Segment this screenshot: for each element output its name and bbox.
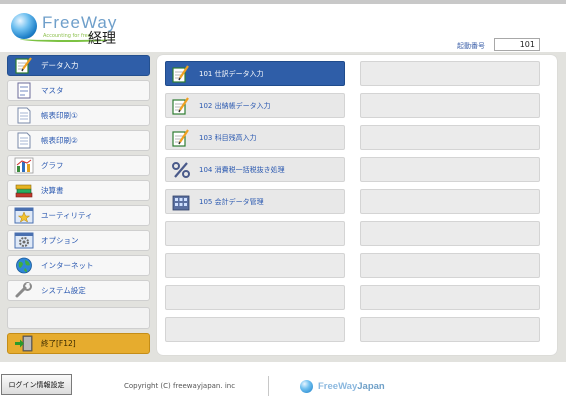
empty-tile bbox=[165, 285, 345, 310]
notepad-pencil-icon bbox=[171, 128, 191, 147]
books-stack-icon bbox=[14, 182, 34, 199]
login-settings-button[interactable]: ログイン情報設定 bbox=[1, 374, 72, 395]
sidebar-item-internet[interactable]: インターネット bbox=[7, 255, 150, 276]
tile-105-data-management[interactable]: 105 会計データ管理 bbox=[165, 189, 345, 214]
empty-tile bbox=[165, 317, 345, 342]
sidebar-item-print-1[interactable]: 帳表印刷① bbox=[7, 105, 150, 126]
copyright-text: Copyright (C) freewayjapan. inc bbox=[124, 382, 236, 390]
brand-freeway: FreeWay bbox=[318, 381, 358, 392]
exit-button[interactable]: 終了[F12] bbox=[7, 333, 150, 354]
tile-103-account-balance[interactable]: 103 科目残高入力 bbox=[165, 125, 345, 150]
sidebar-item-label: オプション bbox=[41, 236, 79, 245]
sidebar-item-print-2[interactable]: 帳表印刷② bbox=[7, 130, 150, 151]
percent-icon bbox=[171, 161, 191, 179]
empty-tile bbox=[360, 189, 540, 214]
sidebar-item-options[interactable]: オプション bbox=[7, 230, 150, 251]
brand-japan: Japan bbox=[357, 381, 385, 392]
tile-104-consumption-tax[interactable]: 104 消費税一括税抜き処理 bbox=[165, 157, 345, 182]
sidebar-item-label: インターネット bbox=[41, 261, 94, 270]
empty-tile bbox=[360, 285, 540, 310]
sidebar-item-label: グラフ bbox=[41, 161, 64, 170]
logo-tagline: Accounting for free bbox=[43, 33, 91, 39]
sidebar-item-label: データ入力 bbox=[41, 61, 79, 70]
notepad-pencil-icon bbox=[171, 96, 191, 115]
sidebar-item-graph[interactable]: グラフ bbox=[7, 155, 150, 176]
footer-divider bbox=[268, 376, 269, 396]
gear-window-icon bbox=[14, 232, 34, 249]
wrench-icon bbox=[14, 282, 34, 299]
tile-label: 102 出納帳データ入力 bbox=[199, 101, 271, 110]
printed-form-icon bbox=[14, 132, 34, 149]
sidebar-item-label: マスタ bbox=[41, 86, 64, 95]
tile-label: 105 会計データ管理 bbox=[199, 197, 264, 206]
app-header: FreeWay Accounting for free 経理 起動番号 101 bbox=[0, 4, 566, 51]
freeway-japan-logo: FreeWay Japan bbox=[300, 380, 385, 393]
sidebar-item-system-settings[interactable]: システム設定 bbox=[7, 280, 150, 301]
database-server-icon bbox=[171, 193, 191, 211]
empty-tile bbox=[360, 125, 540, 150]
empty-tile bbox=[360, 221, 540, 246]
exit-door-icon bbox=[14, 335, 34, 352]
sidebar-item-label: 帳表印刷① bbox=[41, 111, 78, 120]
bar-chart-icon bbox=[14, 157, 34, 174]
sidebar-item-label: システム設定 bbox=[41, 286, 86, 295]
sidebar-item-financial-statements[interactable]: 決算書 bbox=[7, 180, 150, 201]
tile-label: 104 消費税一括税抜き処理 bbox=[199, 165, 285, 174]
empty-tile bbox=[165, 221, 345, 246]
sidebar-item-blank bbox=[7, 307, 150, 329]
sidebar-item-label: 決算書 bbox=[41, 186, 64, 195]
workspace: データ入力 マスタ 帳表印刷① 帳表印刷② グラフ 決算書 ユーティリティ オプ… bbox=[0, 52, 566, 362]
printed-form-icon bbox=[14, 107, 34, 124]
sidebar-item-label: 終了[F12] bbox=[41, 339, 76, 348]
empty-tile bbox=[360, 93, 540, 118]
globe-icon bbox=[14, 257, 34, 274]
master-document-icon bbox=[14, 82, 34, 99]
sidebar-item-label: 帳表印刷② bbox=[41, 136, 78, 145]
empty-tile bbox=[360, 157, 540, 182]
tile-label: 103 科目残高入力 bbox=[199, 133, 257, 142]
sidebar-item-label: ユーティリティ bbox=[41, 211, 93, 220]
menu-panel: 101 仕訳データ入力 102 出納帳データ入力 103 科目残高入力 104 … bbox=[157, 55, 557, 355]
empty-tile bbox=[360, 317, 540, 342]
empty-tile bbox=[165, 253, 345, 278]
startup-number-field[interactable]: 101 bbox=[494, 38, 540, 51]
sidebar-item-utility[interactable]: ユーティリティ bbox=[7, 205, 150, 226]
footer: ログイン情報設定 Copyright (C) freewayjapan. inc… bbox=[0, 364, 566, 400]
sidebar-item-data-entry[interactable]: データ入力 bbox=[7, 55, 150, 76]
startup-number-label: 起動番号 bbox=[457, 42, 485, 50]
tile-102-cashbook-entry[interactable]: 102 出納帳データ入力 bbox=[165, 93, 345, 118]
star-window-icon bbox=[14, 207, 34, 224]
tile-label: 101 仕訳データ入力 bbox=[199, 69, 264, 78]
empty-tile bbox=[360, 253, 540, 278]
tile-101-journal-entry[interactable]: 101 仕訳データ入力 bbox=[165, 61, 345, 86]
sidebar-item-master[interactable]: マスタ bbox=[7, 80, 150, 101]
notepad-pencil-icon bbox=[171, 64, 191, 83]
logo-kanji: 経理 bbox=[88, 31, 116, 47]
notepad-pencil-icon bbox=[14, 57, 34, 74]
globe-logo-icon bbox=[300, 380, 313, 393]
empty-tile bbox=[360, 61, 540, 86]
